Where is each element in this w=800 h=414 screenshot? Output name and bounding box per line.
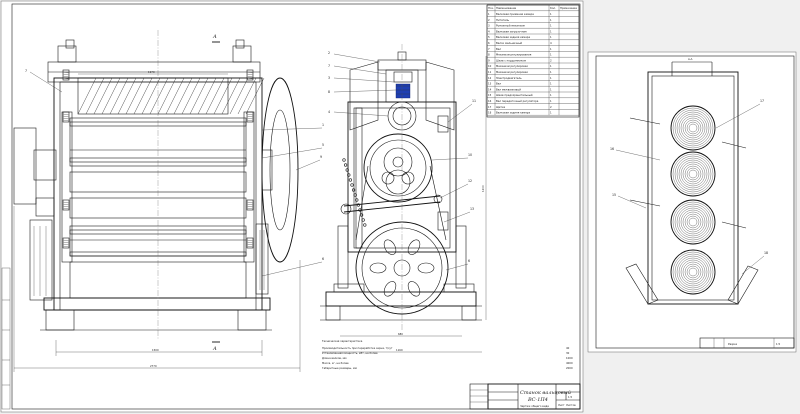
tech-spec-value-5: 2000 [566,366,573,370]
parts-table-cell: Питатель [496,18,510,22]
tech-spec-line-3: Длина валков, мм [322,356,347,360]
parts-table-cell: Вал [496,47,501,51]
parts-table-cell: Вал межвалковый [496,87,521,91]
parts-table-cell: Механизм регулировки [496,64,528,68]
front-dim-body: 1500 [152,348,159,352]
parts-table-cell: Щетка [496,105,506,109]
parts-table-cell: 13 [488,82,492,86]
side-dim-base: 680 [398,332,403,336]
parts-table-header: Кол. [550,6,556,10]
side-label-3: 3 [328,76,330,80]
tech-specs-title: Техническая характеристика [322,339,363,343]
section-mark-bottom: А [212,346,217,352]
front-label-6: 6 [322,257,324,261]
side-label-6: 6 [468,259,470,263]
side-label-10: 10 [468,153,472,157]
parts-table-cell: Валковая загрузочная [496,29,527,33]
parts-table-cell: Валок мельничный [496,41,522,45]
section-title: A-A [688,57,693,61]
sheet1-paper [0,0,584,413]
title-sheets-label: Листов [566,403,576,407]
parts-table-cell: 14 [488,87,492,91]
title-sheet-label: Лист [558,403,565,407]
tech-spec-line-1: Производительность при переработке зерна… [322,346,393,350]
parts-table-cell: Вал [496,82,501,86]
section-label-17: 17 [760,99,764,103]
tech-spec-value-3: 1000 [566,356,573,360]
parts-table-cell: 17 [488,105,492,109]
section-mark-top: А [212,34,217,40]
parts-table-cell: 12 [488,76,492,80]
drawing-canvas: А А 7 1 5 9 6 1970 1500 2770 2 7 3 8 4 1… [0,0,797,413]
tech-spec-value-4: 4000 [566,361,573,365]
parts-table-cell: Механизм регулировки [496,70,528,74]
parts-table-header: Наименование [496,6,517,10]
sheet2-scale: 1:5 [776,342,781,346]
tech-spec-line-2: Установленная мощность, кВт, не более [322,351,378,355]
parts-table-cell: Электродвигатель [496,76,522,80]
parts-table-cell: Шкив предохранительный [496,93,533,97]
tech-spec-line-4: Масса, кг, не более [322,361,349,365]
parts-table-header: Поз. [488,6,494,10]
parts-table-cell: 10 [488,64,492,68]
side-label-7: 7 [328,64,330,68]
sheet2-label: Разрез [728,342,738,346]
front-dim-overall: 2770 [150,364,157,368]
side-label-2: 2 [328,51,330,55]
parts-table-cell: Рычажный механизм [496,24,525,28]
front-dim-roller: 1970 [148,70,155,74]
parts-table-cell: 16 [488,99,492,103]
title-name-line1: Станок вальцовый [520,390,571,396]
title-scale: 1:5 [568,395,573,399]
parts-table-cell: 18 [488,111,492,115]
side-dim-width: 1160 [396,348,403,352]
title-doc: Чертеж общего вида [520,404,549,408]
parts-table-cell: 11 [488,70,492,74]
section-label-18: 18 [764,251,768,255]
front-label-1: 1 [322,123,324,127]
parts-table-cell: Вал передаточный регулятора [496,99,539,103]
side-label-11: 11 [472,99,476,103]
tech-spec-value-1: 40 [566,346,570,350]
front-label-9: 9 [320,155,322,159]
parts-table-cell: Механизм регулирования [496,53,532,57]
parts-table-cell: Валковая приемная камера [496,12,534,16]
parts-table-header: Примечание [560,6,577,10]
section-label-15: 15 [612,193,616,197]
side-dim-height: 1200 [481,185,485,192]
side-label-8: 8 [328,90,330,94]
parts-table-cell: 15 [488,93,492,97]
parts-table-cell: Валковая задняя камера [496,35,530,39]
section-label-16: 16 [610,147,614,151]
side-label-4: 4 [328,110,330,114]
tech-spec-line-5: Габаритные размеры, мм [322,366,357,370]
front-label-7: 7 [25,69,27,73]
parts-table-cell: Шкив с подшипником [496,58,526,62]
tech-spec-value-2: 30 [566,351,570,355]
parts-table-cell: Валковая задняя камера [496,111,530,115]
side-label-13: 13 [470,207,474,211]
title-name-line2: ВС-1П4 [527,397,548,403]
front-label-5: 5 [322,143,324,147]
side-label-12: 12 [468,179,472,183]
